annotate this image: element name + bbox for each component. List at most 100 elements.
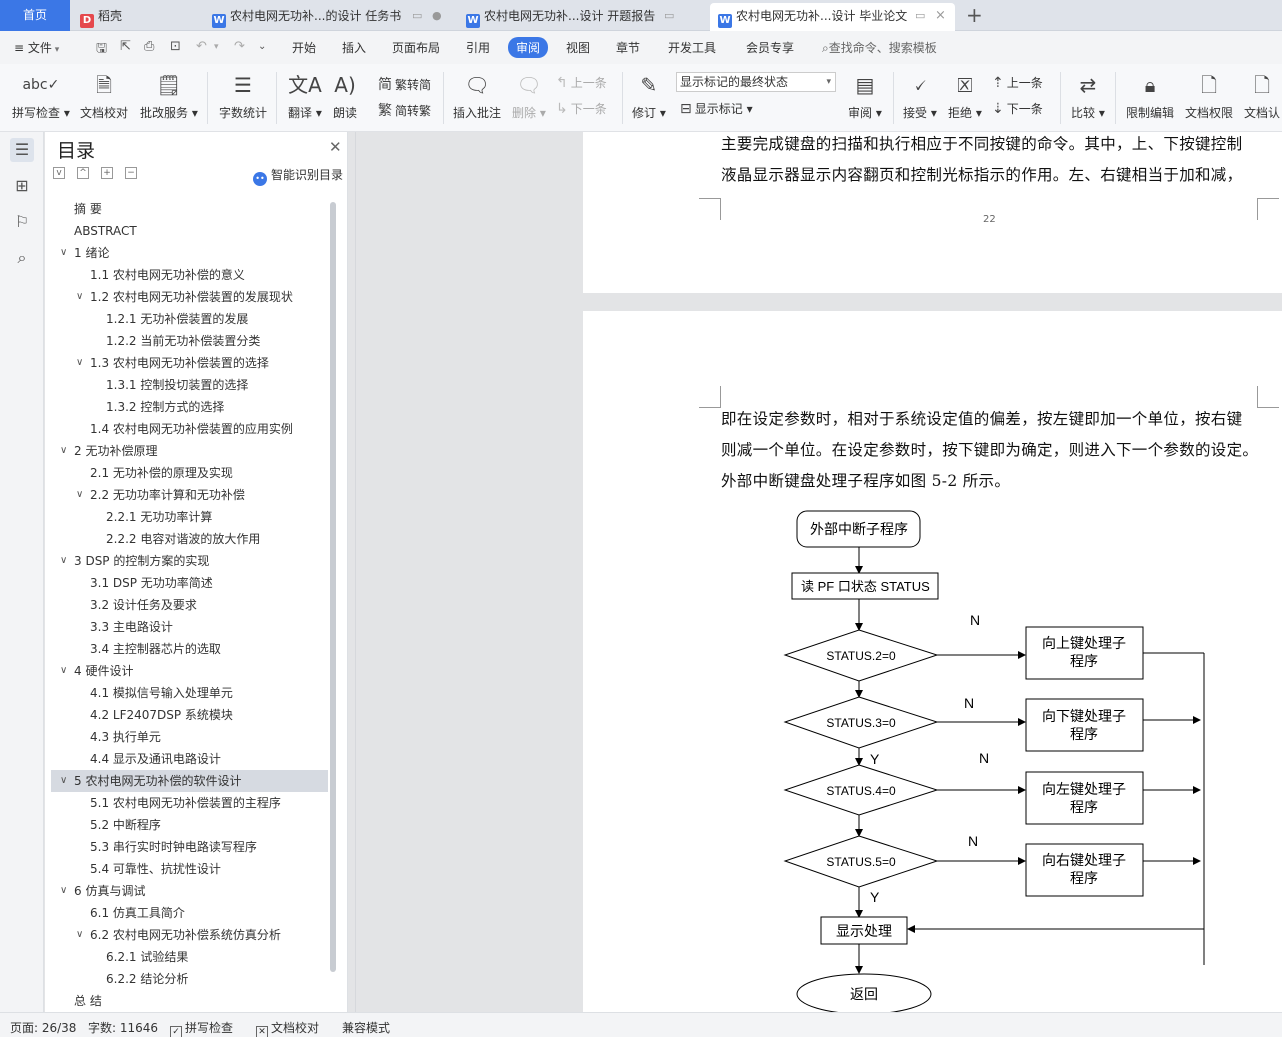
toc-item[interactable]: 4.2 LF2407DSP 系统模块 bbox=[51, 704, 328, 726]
tab-proposal[interactable]: W 农村电网无功补...设计 开题报告 ▭ bbox=[466, 3, 701, 31]
toc-item[interactable]: 1.2.2 当前无功补偿装置分类 bbox=[51, 330, 328, 352]
toc-item[interactable]: ∨ 6 仿真与调试 bbox=[51, 880, 328, 902]
toc-item[interactable]: 5.3 串行实时时钟电路读写程序 bbox=[51, 836, 328, 858]
chevron-down-icon[interactable]: ∨ bbox=[60, 550, 67, 572]
toc-item[interactable]: 6.1 仿真工具简介 bbox=[51, 902, 328, 924]
toc-item[interactable]: 摘 要 bbox=[51, 198, 328, 220]
undo-icon[interactable]: ↶ bbox=[196, 39, 207, 54]
add-heading-icon[interactable]: + bbox=[101, 167, 113, 179]
chevron-down-icon[interactable]: ⌄ bbox=[258, 41, 266, 52]
expand-all-icon[interactable]: ^ bbox=[77, 167, 89, 179]
toc-item[interactable]: 5.1 农村电网无功补偿装置的主程序 bbox=[51, 792, 328, 814]
menu-chapter[interactable]: 章节 bbox=[616, 39, 640, 56]
restrict-edit-button[interactable]: 🔒︎ 限制编辑 bbox=[1126, 70, 1174, 121]
chevron-down-icon[interactable]: ∨ bbox=[60, 770, 67, 792]
toc-item[interactable]: 1.3.1 控制投切装置的选择 bbox=[51, 374, 328, 396]
close-icon[interactable]: × bbox=[935, 3, 946, 29]
compare-button[interactable]: ⇄ 比较 ▾ bbox=[1071, 70, 1105, 121]
status-doc-proof[interactable]: ✕ 文档校对 bbox=[256, 1019, 319, 1037]
simp-to-trad-button[interactable]: 繁简转繁 bbox=[378, 100, 431, 120]
toc-item[interactable]: 3.3 主电路设计 bbox=[51, 616, 328, 638]
chapter-nav-icon[interactable]: ⊞ bbox=[10, 174, 34, 198]
toc-item[interactable]: ∨ 1.3 农村电网无功补偿装置的选择 bbox=[51, 352, 328, 374]
chevron-down-icon[interactable]: ▾ bbox=[214, 42, 219, 52]
print-icon[interactable]: ⎙ bbox=[144, 39, 154, 54]
chevron-down-icon[interactable]: ∨ bbox=[60, 880, 67, 902]
smart-toc-button[interactable]: •• 智能识别目录 bbox=[253, 166, 343, 186]
chevron-down-icon[interactable]: ∨ bbox=[60, 440, 67, 462]
bookmark-icon[interactable]: ⚐ bbox=[10, 210, 34, 234]
toc-item[interactable]: 2.2.2 电容对谐波的放大作用 bbox=[51, 528, 328, 550]
toc-item[interactable]: 3.1 DSP 无功功率简述 bbox=[51, 572, 328, 594]
toc-item[interactable]: 1.3.2 控制方式的选择 bbox=[51, 396, 328, 418]
chevron-down-icon[interactable]: ∨ bbox=[76, 484, 83, 506]
tab-task-book[interactable]: W 农村电网无功补...的设计 任务书 ▭ ● bbox=[212, 3, 442, 31]
insert-comment-button[interactable]: 🗨 插入批注 bbox=[453, 70, 501, 121]
show-markup-button[interactable]: ⊟ 显示标记 ▾ bbox=[680, 100, 753, 117]
chevron-down-icon[interactable]: ∨ bbox=[60, 242, 67, 264]
toc-scrollbar[interactable] bbox=[330, 202, 336, 972]
spell-check-button[interactable]: abc✓ 拼写检查 ▾ bbox=[12, 70, 70, 121]
review-pane-button[interactable]: ▤ 审阅 ▾ bbox=[848, 70, 882, 121]
tab-daoke[interactable]: D 稻壳 bbox=[80, 3, 200, 31]
menu-member[interactable]: 会员专享 bbox=[746, 39, 794, 56]
menu-review[interactable]: 审阅 bbox=[508, 37, 549, 58]
export-icon[interactable]: ⇱ bbox=[120, 39, 131, 54]
accept-button[interactable]: 🗸 接受 ▾ bbox=[903, 70, 937, 121]
next-comment-button[interactable]: ↳ 下一条 bbox=[556, 100, 607, 117]
menu-view[interactable]: 视图 bbox=[566, 39, 590, 56]
toc-item[interactable]: ∨ 5 农村电网无功补偿的软件设计 bbox=[51, 770, 328, 792]
toc-item[interactable]: 总 结 bbox=[51, 990, 328, 1012]
toc-item[interactable]: 1.1 农村电网无功补偿的意义 bbox=[51, 264, 328, 286]
command-search[interactable]: ⌕查找命令、搜索模板 bbox=[822, 39, 937, 56]
menu-file[interactable]: ≡ 文件 ▾ bbox=[14, 39, 59, 56]
toc-item[interactable]: 6.2.1 试验结果 bbox=[51, 946, 328, 968]
chevron-down-icon[interactable]: ∨ bbox=[76, 352, 83, 374]
new-tab-button[interactable]: + bbox=[966, 3, 983, 27]
read-aloud-button[interactable]: A) 朗读 bbox=[333, 70, 357, 121]
menu-layout[interactable]: 页面布局 bbox=[392, 39, 440, 56]
toc-item[interactable]: 3.4 主控制器芯片的选取 bbox=[51, 638, 328, 660]
reject-button[interactable]: 🗵 拒绝 ▾ bbox=[948, 70, 982, 121]
preview-icon[interactable]: ⊡ bbox=[170, 39, 181, 54]
chevron-down-icon[interactable]: ∨ bbox=[76, 924, 83, 946]
next-change-button[interactable]: ⇣ 下一条 bbox=[992, 100, 1043, 117]
translate-button[interactable]: 文A 翻译 ▾ bbox=[288, 70, 322, 121]
toc-item[interactable]: 2.1 无功补偿的原理及实现 bbox=[51, 462, 328, 484]
redo-icon[interactable]: ↷ bbox=[234, 39, 245, 54]
dot-icon[interactable]: ● bbox=[432, 3, 442, 29]
toc-item[interactable]: ∨ 2.2 无功功率计算和无功补偿 bbox=[51, 484, 328, 506]
toc-item[interactable]: 4.1 模拟信号输入处理单元 bbox=[51, 682, 328, 704]
toc-item[interactable]: ∨ 1 绪论 bbox=[51, 242, 328, 264]
menu-start[interactable]: 开始 bbox=[292, 39, 316, 56]
toc-item[interactable]: ABSTRACT bbox=[51, 220, 328, 242]
toc-item[interactable]: 5.2 中断程序 bbox=[51, 814, 328, 836]
prev-comment-button[interactable]: ↰ 上一条 bbox=[556, 74, 607, 91]
toc-item[interactable]: 1.2.1 无功补偿装置的发展 bbox=[51, 308, 328, 330]
doc-rights-button[interactable]: 🗋 文档权限 bbox=[1185, 70, 1233, 121]
save-icon[interactable]: 🖫 bbox=[96, 39, 107, 61]
toc-item[interactable]: 6.2.2 结论分析 bbox=[51, 968, 328, 990]
batch-service-button[interactable]: 🗒 批改服务 ▾ bbox=[140, 70, 198, 121]
toc-item[interactable]: ∨ 6.2 农村电网无功补偿系统仿真分析 bbox=[51, 924, 328, 946]
toc-item[interactable]: 4.3 执行单元 bbox=[51, 726, 328, 748]
search-icon[interactable]: ⌕ bbox=[10, 246, 34, 270]
toc-item[interactable]: ∨ 3 DSP 的控制方案的实现 bbox=[51, 550, 328, 572]
menu-reference[interactable]: 引用 bbox=[466, 39, 490, 56]
toc-item[interactable]: 3.2 设计任务及要求 bbox=[51, 594, 328, 616]
toc-item[interactable]: 1.4 农村电网无功补偿装置的应用实例 bbox=[51, 418, 328, 440]
collapse-all-icon[interactable]: v bbox=[53, 167, 65, 179]
trad-to-simp-button[interactable]: 简繁转简 bbox=[378, 74, 431, 94]
doc-cert-button[interactable]: 🗋 文档认 bbox=[1244, 70, 1280, 121]
doc-proof-button[interactable]: 🗎 文档校对 bbox=[80, 70, 128, 121]
menu-devtools[interactable]: 开发工具 bbox=[668, 39, 716, 56]
toc-item[interactable]: ∨ 4 硬件设计 bbox=[51, 660, 328, 682]
toc-item[interactable]: 5.4 可靠性、抗扰性设计 bbox=[51, 858, 328, 880]
word-count-button[interactable]: ☰ 字数统计 bbox=[219, 70, 267, 121]
chevron-down-icon[interactable]: ∨ bbox=[76, 286, 83, 308]
status-spell-check[interactable]: ✓ 拼写检查 bbox=[170, 1019, 233, 1037]
toc-item[interactable]: ∨ 2 无功补偿原理 bbox=[51, 440, 328, 462]
tab-home[interactable]: 首页 bbox=[0, 0, 70, 31]
prev-change-button[interactable]: ⇡ 上一条 bbox=[992, 74, 1043, 91]
toc-item[interactable]: 4.4 显示及通讯电路设计 bbox=[51, 748, 328, 770]
